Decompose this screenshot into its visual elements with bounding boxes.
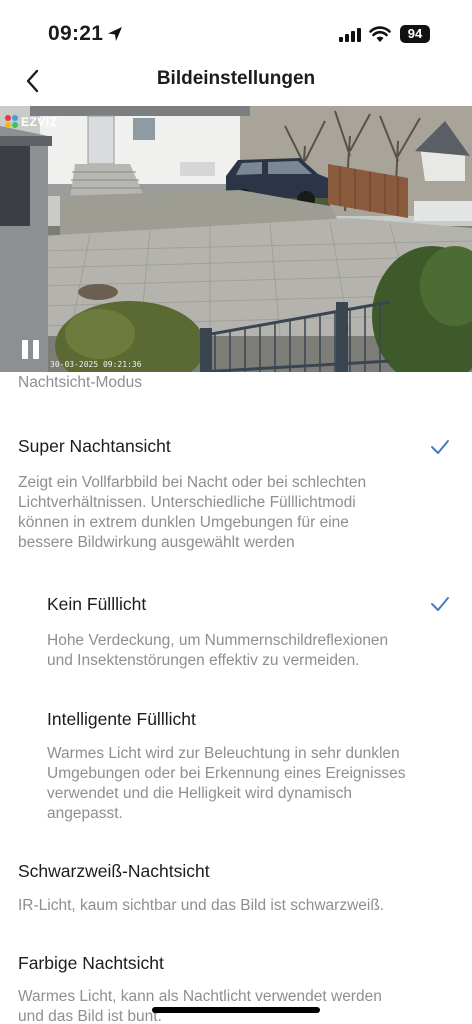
- location-arrow-icon: [108, 27, 122, 41]
- description-line: bessere Bildwirkung ausgewählt werden: [18, 534, 295, 551]
- navigation-bar: Bildeinstellungen: [0, 62, 472, 100]
- status-bar: 09:21 94: [0, 0, 472, 62]
- description-line: Warmes Licht wird zur Beleuchtung in seh…: [47, 745, 400, 762]
- wifi-icon: [369, 26, 391, 42]
- cellular-signal-icon: [339, 28, 361, 42]
- option-super-night-view-description: Zeigt ein Vollfarbbild bei Nacht oder be…: [18, 473, 366, 553]
- option-no-fill-light-description: Hohe Verdeckung, um Nummernschildreflexi…: [47, 631, 388, 671]
- description-line: Lichtverhältnissen. Unterschiedliche Fül…: [18, 494, 356, 511]
- description-line: und Insektenstörungen effektiv zu vermei…: [47, 652, 360, 669]
- battery-indicator: 94: [400, 25, 430, 43]
- option-color-night-vision[interactable]: Farbige Nachtsicht: [18, 953, 164, 974]
- option-super-night-view[interactable]: Super Nachtansicht: [18, 436, 171, 457]
- description-line: verwendet und die Helligkeit wird dynami…: [47, 785, 352, 802]
- ezviz-logo-icon: [5, 115, 18, 128]
- camera-scene-image: [0, 106, 472, 372]
- option-bw-night-vision-description: IR-Licht, kaum sichtbar und das Bild ist…: [18, 896, 384, 916]
- home-indicator: [152, 1007, 320, 1013]
- option-smart-fill-light[interactable]: Intelligente Fülllicht: [47, 709, 196, 730]
- brand-label: EZVIZ: [21, 114, 58, 129]
- description-line: Warmes Licht, kann als Nachtlicht verwen…: [18, 988, 382, 1005]
- checkmark-icon: [431, 440, 449, 454]
- section-label-night-vision: Nachtsicht-Modus: [18, 374, 143, 391]
- description-line: Umgebungen oder bei Erkennung eines Erei…: [47, 765, 406, 782]
- video-timestamp: 30-03-2025 09:21:36: [50, 360, 142, 369]
- description-line: IR-Licht, kaum sichtbar und das Bild ist…: [18, 897, 385, 914]
- page-title: Bildeinstellungen: [156, 68, 316, 89]
- camera-live-preview[interactable]: EZVIZ 30-03-2025 09:21:36: [0, 106, 472, 372]
- description-line: können in extrem dunklen Umgebungen für …: [18, 514, 349, 531]
- option-no-fill-light[interactable]: Kein Fülllicht: [47, 594, 146, 615]
- description-line: Hohe Verdeckung, um Nummernschildreflexi…: [47, 632, 389, 649]
- option-color-night-vision-description: Warmes Licht, kann als Nachtlicht verwen…: [18, 987, 382, 1024]
- ezviz-logo: EZVIZ: [4, 114, 58, 129]
- option-bw-night-vision[interactable]: Schwarzweiß-Nachtsicht: [18, 861, 210, 882]
- description-line: Zeigt ein Vollfarbbild bei Nacht oder be…: [18, 474, 367, 491]
- pause-icon[interactable]: [21, 338, 41, 362]
- checkmark-icon: [431, 597, 449, 611]
- option-smart-fill-light-description: Warmes Licht wird zur Beleuchtung in seh…: [47, 744, 405, 824]
- description-line: angepasst.: [47, 805, 123, 822]
- status-time: 09:21: [48, 22, 104, 45]
